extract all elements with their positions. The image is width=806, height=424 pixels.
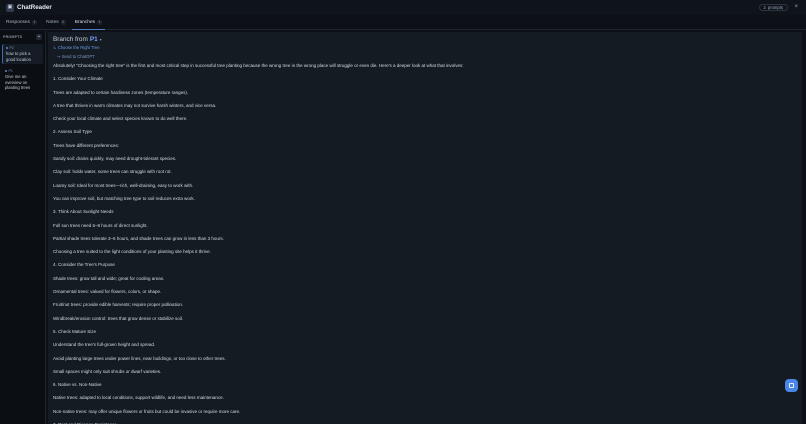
prompt-id: P2	[6, 46, 40, 50]
prompt-id-label: P1	[8, 69, 13, 74]
prompt-dot-icon	[5, 70, 7, 73]
sidebar-header: PROMPTS +	[0, 31, 45, 42]
content-line: 4. Consider the Tree's Purpose	[53, 262, 115, 268]
prompt-id-label: P2	[9, 46, 14, 50]
content-line: You can improve soil, but matching tree …	[53, 195, 195, 201]
content-line: 5. Check Mature Size	[53, 328, 97, 334]
tab-label: Branches	[74, 19, 96, 25]
close-icon[interactable]: ×	[794, 3, 798, 11]
content-line: Windbreak/erosion control: trees that gr…	[53, 315, 184, 321]
tab-notes[interactable]: Notes 0	[46, 15, 66, 30]
tab-count: 0	[60, 19, 66, 25]
content-line: Clay soil: holds water, some trees can s…	[53, 169, 172, 175]
content-line: Partial shade trees tolerate 3–6 hours, …	[53, 235, 224, 241]
content-line: 1. Consider Your Climate	[53, 76, 103, 82]
app-title: ChatReader	[17, 4, 52, 11]
content-line: Avoid planting large trees under power l…	[53, 355, 226, 361]
content-line: Check your local climate and select spec…	[53, 116, 188, 122]
content-line: Sandy soil: drains quickly, may need dro…	[53, 156, 177, 162]
prompt-text: Give me an overview on planting trees	[5, 74, 31, 91]
content-line: Absolutely! "Choosing the right tree" is…	[53, 63, 464, 68]
chat-logo-icon: ▣	[6, 3, 14, 12]
content-line: 2. Assess Soil Type	[53, 129, 92, 135]
content-line: Native trees: adapted to local condition…	[53, 395, 224, 401]
content-line: Non-native trees: may offer unique flowe…	[53, 408, 241, 414]
content-line: Choosing a tree suited to the light cond…	[53, 249, 211, 255]
content-line: Loamy soil: Ideal for most trees—rich, w…	[53, 182, 194, 188]
content-line: 6. Native vs. Non-Native	[53, 382, 102, 388]
choose-link-label: Choose the Right Tree	[57, 44, 100, 50]
prompts-label: prompts	[767, 5, 783, 10]
tab-label: Responses	[6, 19, 30, 25]
tab-responses[interactable]: Responses 1	[6, 15, 38, 30]
prompt-id: P1	[5, 69, 40, 73]
top-bar: ▣ ChatReader 2 prompts ×	[0, 0, 806, 15]
content-line: Fruit/nut trees: provide edible harvests…	[53, 302, 184, 308]
content-line: Understand the tree's full-grown height …	[53, 342, 156, 348]
tab-label: Notes	[46, 19, 59, 25]
content-line: A tree that thrives in warm climates may…	[53, 102, 217, 108]
prompt-text: how to pick a good location	[6, 51, 31, 62]
response-content: Absolutely! "Choosing the right tree" is…	[53, 63, 796, 424]
main-area: Branch from P1 ▾ ↳ Choose the Right Tree…	[47, 31, 806, 424]
branch-ref[interactable]: P1	[90, 36, 98, 43]
chevron-down-icon[interactable]: ▾	[100, 37, 102, 42]
prompts-sidebar: PROMPTS + P2 how to pick a good location…	[0, 31, 46, 424]
sidebar-item-p1[interactable]: P1 Give me an overview on planting trees	[2, 67, 43, 93]
tab-branches[interactable]: Branches 1	[71, 15, 106, 30]
content-line: Ornamental trees: valued for flowers, co…	[53, 289, 162, 295]
content-line: Small spaces might only suit shrubs or d…	[53, 368, 162, 374]
content-line: Full sun trees need 6–8 hours of direct …	[53, 222, 148, 228]
content-line: Shade trees: grow tall and wide; great f…	[53, 275, 165, 281]
tab-count: 1	[97, 19, 103, 25]
branch-panel: Branch from P1 ▾ ↳ Choose the Right Tree…	[48, 32, 802, 424]
chat-bubble-icon[interactable]	[785, 379, 798, 392]
sidebar-title: PROMPTS	[3, 34, 23, 39]
send-link-label: Send to ChatGPT	[61, 54, 95, 59]
tab-bar: Responses 1 Notes 0 Branches 1	[0, 15, 806, 30]
prompt-dot-icon	[6, 47, 8, 49]
content-line: 3. Think About Sunlight Needs	[53, 209, 114, 215]
prompts-count: 2	[763, 5, 766, 10]
choose-link[interactable]: ↳ Choose the Right Tree	[53, 45, 100, 50]
content-line: Trees have different preferences:	[53, 142, 120, 148]
add-prompt-button[interactable]: +	[36, 33, 42, 40]
tab-count: 1	[32, 19, 38, 25]
prompts-count-pill[interactable]: 2 prompts	[758, 4, 788, 11]
send-to-chatgpt-link[interactable]: ↪ Send to ChatGPT	[57, 54, 95, 59]
branch-prefix: Branch from	[53, 36, 88, 43]
content-line: Trees are adapted to certain hardiness z…	[53, 89, 189, 95]
branch-title: Branch from P1 ▾	[53, 36, 102, 43]
sidebar-item-p2[interactable]: P2 how to pick a good location	[2, 44, 43, 65]
